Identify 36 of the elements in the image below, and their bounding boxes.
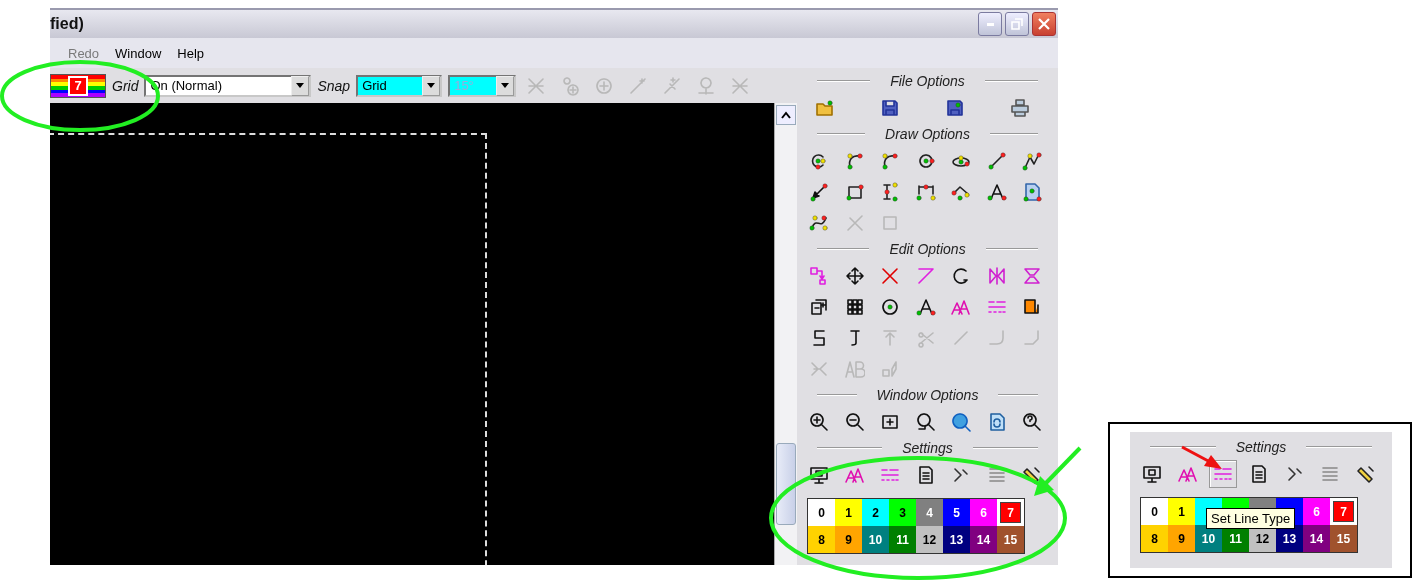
section-title: Settings [902,440,953,456]
section-title: Draw Options [885,126,970,142]
color-number: 14 [1309,531,1324,546]
color-number: 9 [845,532,852,547]
color-number: 12 [1255,531,1270,546]
color-number: 13 [1282,531,1297,546]
color-number: 5 [953,505,960,520]
color-number: 10 [868,532,883,547]
color-number: 8 [1151,531,1158,546]
color-number: 8 [818,532,825,547]
color-number: 1 [1178,504,1185,519]
color-number: 11 [1229,531,1242,546]
color-number: 10 [1201,531,1216,546]
color-number: 11 [896,532,909,547]
section-title: Window Options [876,387,979,403]
section-title: Edit Options [889,241,966,257]
color-number: 3 [899,505,906,520]
color-number: 12 [922,532,937,547]
color-number: 15 [1336,531,1351,546]
tooltip: Set Line Type [1206,508,1296,529]
color-number: 14 [976,532,991,547]
color-number: 0 [1151,504,1158,519]
color-number: 9 [1178,531,1185,546]
grid-label: Grid [112,77,139,94]
snap-label: Snap [317,77,351,94]
color-number: 2 [872,505,879,520]
section-title: File Options [890,73,965,89]
window-title: fied) [50,15,84,33]
color-number: 6 [1313,504,1320,519]
color-number: 1 [845,505,852,520]
color-number: 6 [980,505,987,520]
color-number: 15 [1003,532,1018,547]
section-title: Settings [1235,439,1287,455]
color-number: 4 [926,505,933,520]
color-number: 0 [818,505,825,520]
color-number: 13 [949,532,964,547]
